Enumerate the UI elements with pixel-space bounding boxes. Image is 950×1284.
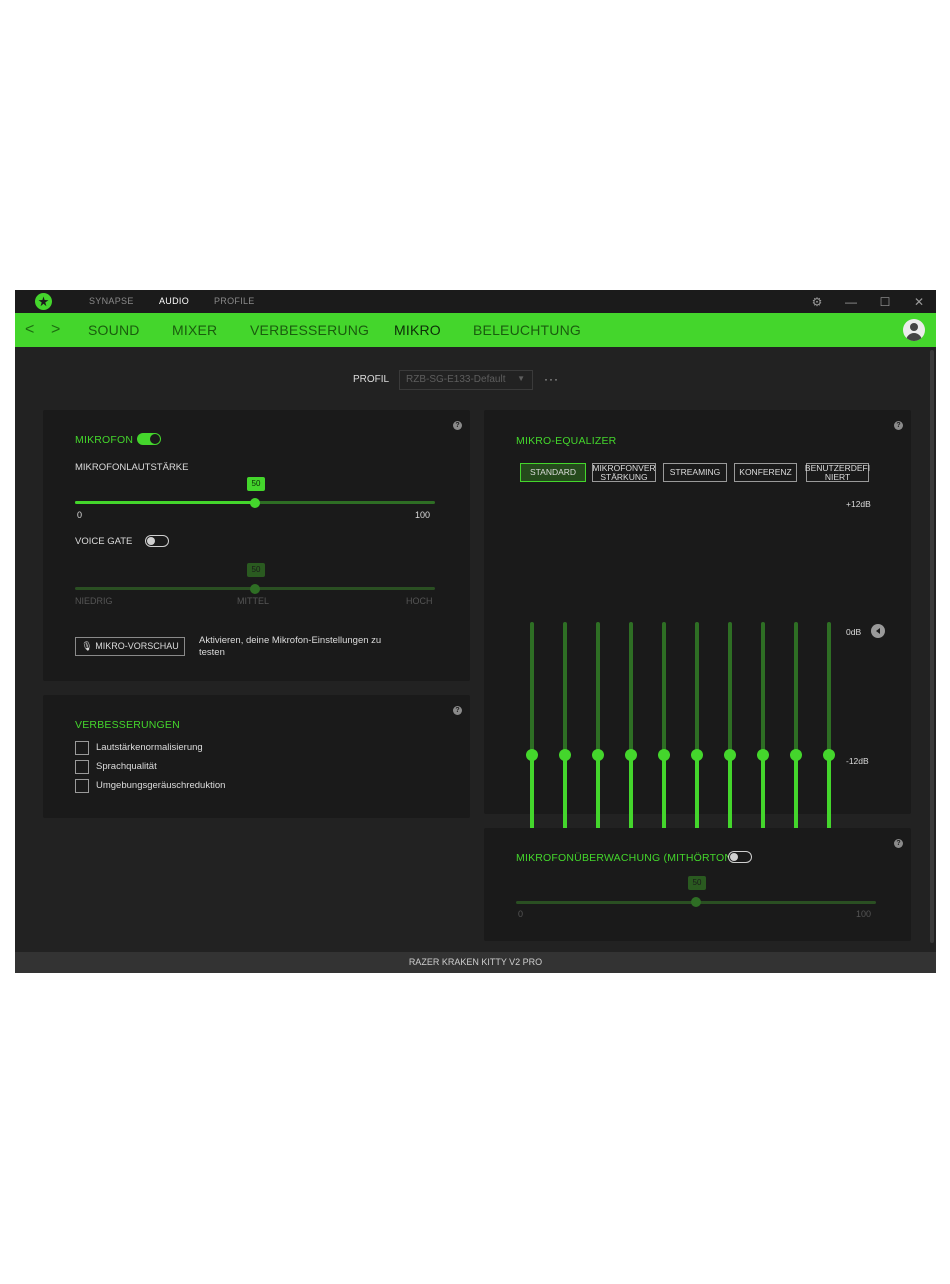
eq-preset-button[interactable]: MIKROFONVER STÄRKUNG: [592, 463, 656, 482]
tab-sound[interactable]: SOUND: [88, 322, 140, 338]
help-icon[interactable]: ?: [894, 421, 903, 430]
enhancements-panel: ? VERBESSERUNGEN Lautstärkenormalisierun…: [43, 695, 470, 818]
section-nav: < > SOUND MIXER VERBESSERUNG MIKRO BELEU…: [15, 313, 936, 347]
razer-logo-icon: [35, 293, 52, 310]
help-icon[interactable]: ?: [453, 421, 462, 430]
eq-band-knob[interactable]: [757, 749, 769, 761]
mic-preview-label: MIKRO-VORSCHAU: [95, 641, 179, 651]
equalizer-title: MIKRO-EQUALIZER: [516, 435, 617, 447]
eq-band-knob[interactable]: [526, 749, 538, 761]
voice-quality-label: Sprachqualität: [96, 761, 157, 772]
more-options-icon[interactable]: ···: [544, 372, 559, 386]
mic-preview-hint: Aktivieren, deine Mikrofon-Einstellungen…: [199, 635, 382, 658]
forward-arrow-icon[interactable]: >: [51, 321, 60, 339]
razer-synapse-window: SYNAPSE AUDIO PROFILE ⚙ — ☐ ✕ < > SOUND …: [15, 290, 936, 973]
help-icon[interactable]: ?: [894, 839, 903, 848]
back-arrow-icon[interactable]: <: [25, 321, 34, 339]
volume-max-label: 100: [415, 510, 431, 520]
gate-high-label: HOCH: [406, 596, 433, 606]
title-bar: SYNAPSE AUDIO PROFILE ⚙ — ☐ ✕: [15, 290, 936, 313]
normalization-checkbox[interactable]: [75, 741, 89, 755]
equalizer-panel: ? MIKRO-EQUALIZER STANDARD MIKROFONVER STÄ…: [484, 410, 911, 906]
scrollbar[interactable]: [930, 350, 934, 943]
eq-band-knob[interactable]: [724, 749, 736, 761]
tab-verbesserung[interactable]: VERBESSERUNG: [250, 322, 369, 338]
status-bar: RAZER KRAKEN KITTY V2 PRO: [15, 952, 936, 973]
settings-gear-icon[interactable]: ⚙: [809, 294, 825, 310]
help-icon[interactable]: ?: [453, 706, 462, 715]
tab-mixer[interactable]: MIXER: [172, 322, 217, 338]
microphone-panel: ? MIKROFON MIKROFONLAUTSTÄRKE 50 0 100 V…: [43, 410, 470, 681]
volume-slider-thumb[interactable]: [250, 498, 260, 508]
noise-reduction-label: Umgebungsgeräuschreduktion: [96, 780, 226, 791]
voice-gate-label: VOICE GATE: [75, 536, 133, 547]
normalization-label: Lautstärkenormalisierung: [96, 742, 203, 753]
tab-mikro[interactable]: MIKRO: [394, 322, 441, 338]
eq-band-knob[interactable]: [823, 749, 835, 761]
eq-preset-label: STÄRKUNG: [600, 471, 648, 482]
eq-preset-label: NIERT: [824, 471, 851, 482]
tab-synapse[interactable]: SYNAPSE: [89, 296, 134, 306]
enhancements-title: VERBESSERUNGEN: [75, 719, 180, 731]
eq-min-label: -12dB: [846, 756, 869, 766]
eq-band-knob[interactable]: [592, 749, 604, 761]
volume-min-label: 0: [77, 510, 83, 520]
maximize-icon[interactable]: ☐: [877, 294, 893, 310]
tab-beleuchtung[interactable]: BELEUCHTUNG: [473, 322, 581, 338]
eq-max-label: +12dB: [846, 499, 871, 509]
device-name: RAZER KRAKEN KITTY V2 PRO: [408, 957, 543, 967]
monitoring-toggle[interactable]: [728, 851, 752, 863]
gate-low-label: NIEDRIG: [75, 596, 113, 606]
mic-preview-button[interactable]: 🎙 MIKRO-VORSCHAU: [75, 637, 185, 656]
microphone-title: MIKROFON: [75, 434, 134, 446]
eq-band-knob[interactable]: [691, 749, 703, 761]
tab-audio[interactable]: AUDIO: [159, 296, 189, 306]
eq-mid-label: 0dB: [846, 627, 862, 637]
profile-label: PROFIL: [353, 374, 390, 385]
noise-reduction-checkbox[interactable]: [75, 779, 89, 793]
microphone-toggle[interactable]: [137, 433, 161, 445]
eq-preset-button[interactable]: KONFERENZ: [734, 463, 797, 482]
gate-slider-thumb: [250, 584, 260, 594]
eq-preset-label: KONFERENZ: [739, 467, 792, 477]
eq-band-knob[interactable]: [559, 749, 571, 761]
user-avatar-icon[interactable]: [903, 319, 925, 341]
mic-volume-label: MIKROFONLAUTSTÄRKE: [75, 462, 189, 473]
voice-quality-checkbox[interactable]: [75, 760, 89, 774]
eq-preset-button[interactable]: STANDARD: [520, 463, 586, 482]
eq-preset-label: STREAMING: [669, 467, 721, 477]
monitoring-title: MIKROFONÜBERWACHUNG (MITHÖRTON): [516, 852, 736, 864]
eq-preset-label: STANDARD: [529, 467, 577, 477]
eq-preset-button[interactable]: STREAMING: [663, 463, 727, 482]
eq-preset-button[interactable]: BENUTZERDEFI NIERT: [805, 463, 870, 482]
eq-band-knob[interactable]: [625, 749, 637, 761]
eq-reset-icon[interactable]: [871, 624, 885, 638]
profile-value: RZB-SG-E133-Default: [406, 374, 506, 385]
monitoring-max-label: 100: [856, 909, 872, 919]
monitoring-panel: ? MIKROFONÜBERWACHUNG (MITHÖRTON) 50 0 1…: [484, 828, 911, 941]
eq-band-knob[interactable]: [658, 749, 670, 761]
tab-profile[interactable]: PROFILE: [214, 296, 255, 306]
eq-band-knob[interactable]: [790, 749, 802, 761]
gate-mid-label: MITTEL: [237, 596, 270, 606]
monitoring-slider-thumb: [691, 897, 701, 907]
microphone-icon: 🎙: [81, 641, 93, 651]
minimize-icon[interactable]: —: [843, 294, 859, 310]
volume-slider-fill: [75, 501, 255, 504]
gate-value-tooltip: 50: [247, 563, 265, 577]
voice-gate-toggle[interactable]: [145, 535, 169, 547]
monitoring-min-label: 0: [518, 909, 524, 919]
close-icon[interactable]: ✕: [911, 294, 927, 310]
monitoring-value-tooltip: 50: [688, 876, 706, 890]
volume-value-tooltip: 50: [247, 477, 265, 491]
chevron-down-icon: ▼: [517, 374, 525, 383]
profile-dropdown[interactable]: RZB-SG-E133-Default ▼: [399, 370, 533, 390]
